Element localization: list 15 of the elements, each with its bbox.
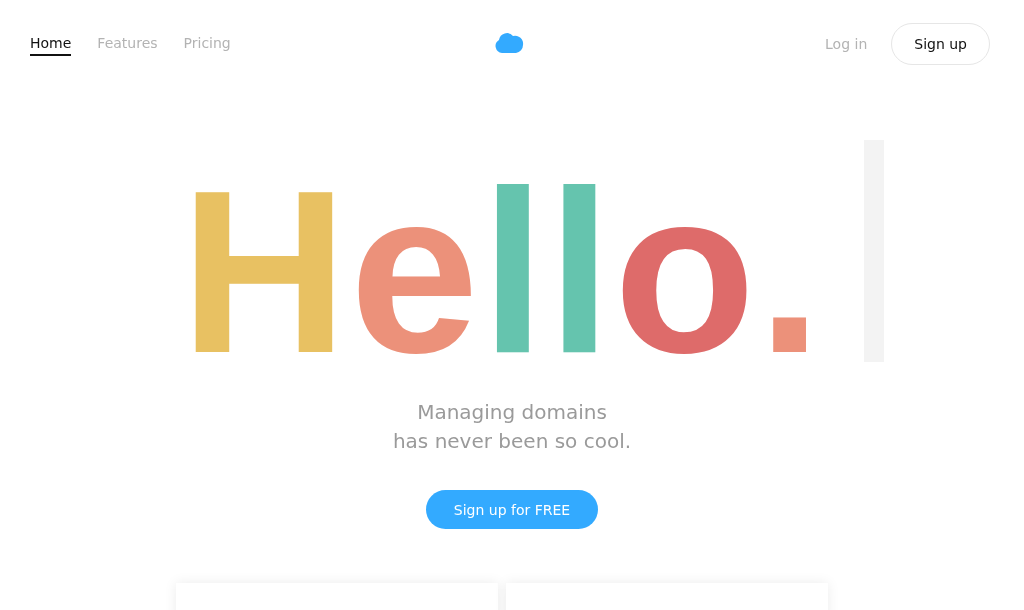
- hello-letter: l: [547, 156, 614, 388]
- tagline-text: has never been so cool.: [392, 428, 632, 455]
- hello-letter: o: [613, 156, 758, 388]
- nav-link[interactable]: Features: [97, 32, 158, 56]
- signup-free-button[interactable]: Sign up for FREE: [425, 490, 599, 529]
- nav-link[interactable]: Pricing: [183, 32, 231, 56]
- hello-letter: l: [480, 156, 548, 388]
- hello-letter: .: [757, 156, 824, 388]
- cloud-icon[interactable]: [494, 32, 524, 54]
- tagline-text: Managing domains: [416, 399, 608, 426]
- hello-letter: H: [180, 156, 350, 388]
- hello-letter: e: [349, 156, 481, 388]
- signup-button[interactable]: Sign up: [891, 23, 990, 65]
- login-link[interactable]: Log in: [825, 36, 868, 52]
- nav-link[interactable]: Home: [30, 32, 72, 56]
